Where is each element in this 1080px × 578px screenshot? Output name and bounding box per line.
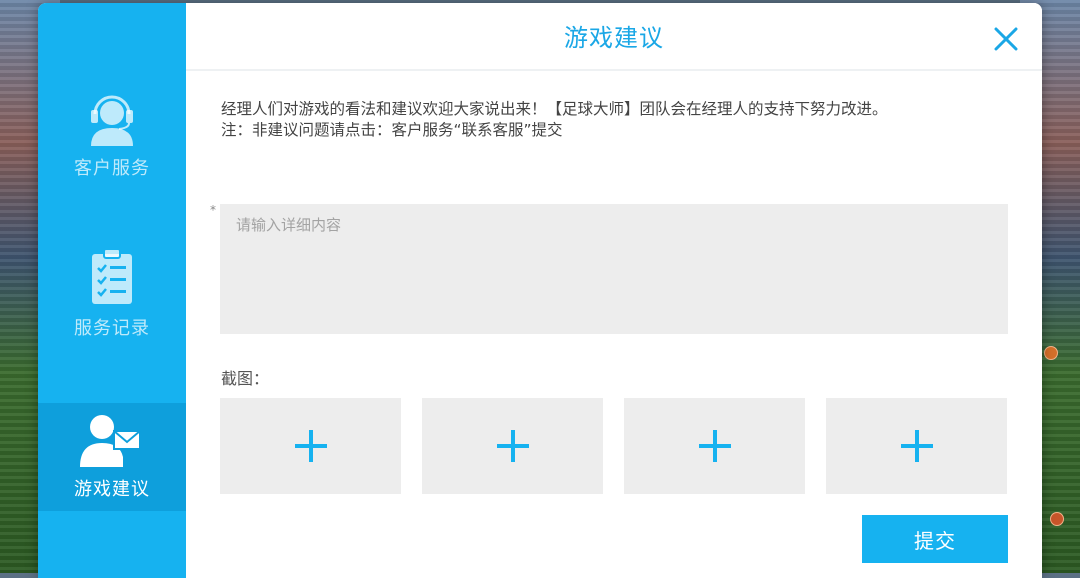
- feedback-dialog: 客户服务 服务记录 游戏建议 游戏建议 经理人们对游戏的看法和建议欢迎大家说出来…: [38, 3, 1042, 578]
- close-icon[interactable]: [992, 25, 1020, 53]
- dialog-title: 游戏建议: [564, 24, 664, 52]
- intro-line-1: 经理人们对游戏的看法和建议欢迎大家说出来！【足球大师】团队会在经理人的支持下努力…: [221, 100, 888, 118]
- plus-icon: [900, 430, 933, 462]
- submit-button[interactable]: 提交: [862, 515, 1008, 563]
- suggestion-input[interactable]: [220, 204, 1008, 334]
- sidebar-item-label: 服务记录: [74, 318, 150, 339]
- ball-marker: [1050, 512, 1064, 526]
- dialog-header: 游戏建议: [186, 3, 1042, 71]
- plus-icon: [294, 430, 327, 462]
- intro-text: 经理人们对游戏的看法和建议欢迎大家说出来！【足球大师】团队会在经理人的支持下努力…: [221, 99, 888, 141]
- sidebar-item-game-suggestions[interactable]: 游戏建议: [38, 403, 186, 511]
- sidebar-item-label: 客户服务: [74, 158, 150, 179]
- intro-line-2: 注：非建议问题请点击：客户服务“联系客服”提交: [221, 121, 563, 139]
- required-mark: *: [210, 203, 216, 217]
- content-panel: 游戏建议 经理人们对游戏的看法和建议欢迎大家说出来！【足球大师】团队会在经理人的…: [186, 3, 1042, 578]
- sidebar-item-label: 游戏建议: [74, 479, 150, 500]
- ball-marker: [1044, 346, 1058, 360]
- upload-slot[interactable]: [624, 398, 805, 494]
- plus-icon: [698, 430, 731, 462]
- plus-icon: [496, 430, 529, 462]
- sidebar-item-customer-service[interactable]: 客户服务: [38, 88, 186, 188]
- upload-slot[interactable]: [826, 398, 1007, 494]
- upload-slot[interactable]: [422, 398, 603, 494]
- sidebar-item-service-records[interactable]: 服务记录: [38, 248, 186, 348]
- screenshot-label: 截图：: [221, 369, 270, 388]
- user-mail-icon: [80, 415, 141, 467]
- sidebar: 客户服务 服务记录 游戏建议: [38, 3, 186, 578]
- upload-slot[interactable]: [220, 398, 401, 494]
- clipboard-checklist-icon: [92, 248, 132, 304]
- headset-icon: [91, 95, 133, 146]
